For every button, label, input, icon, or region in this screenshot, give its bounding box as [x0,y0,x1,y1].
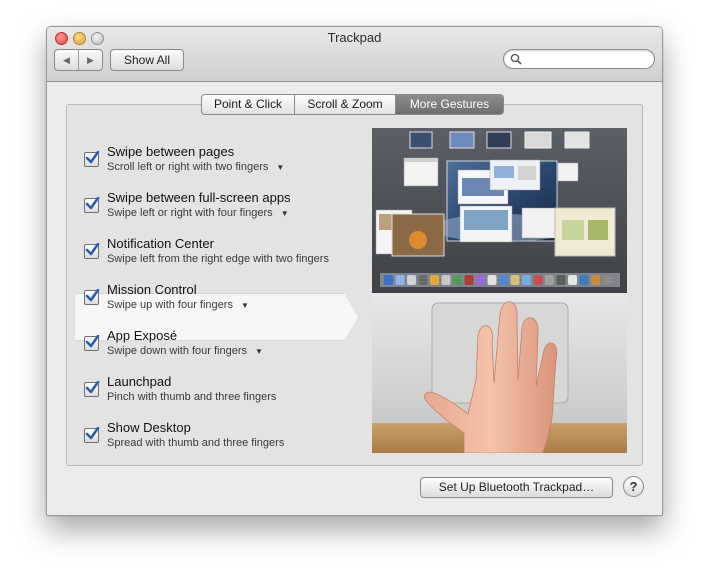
mission-control-illustration [372,128,627,453]
search-field[interactable] [503,49,655,69]
dock-app-icon [510,275,520,285]
dock-app-icon [591,275,600,285]
dock-app-icon [579,275,589,285]
tab-point-click[interactable]: Point & Click [202,95,294,114]
gesture-subtitle: Swipe left or right with four fingers ▼ [107,207,289,219]
help-button[interactable]: ? [623,476,644,497]
back-arrow-icon: ◀ [63,54,70,65]
gesture-title: Swipe between full-screen apps [107,190,291,205]
swipe-fullscreen-checkbox[interactable] [84,197,100,213]
tab-bar: Point & Click Scroll & Zoom More Gesture… [201,94,504,115]
gesture-title: Show Desktop [107,420,191,435]
title-bar: Trackpad ◀ ▶ Show All [47,27,662,82]
dropdown-triangle-icon[interactable]: ▼ [255,347,263,356]
dock-app-icon [568,275,577,285]
dock-app-icon [556,275,566,285]
checkmark-icon [85,427,100,440]
trackpad-window: Trackpad ◀ ▶ Show All Point & Click Scro… [46,26,663,516]
back-forward-control: ◀ ▶ [54,49,103,71]
window-title: Trackpad [327,30,382,45]
gesture-title: Notification Center [107,236,214,251]
dropdown-triangle-icon[interactable]: ▼ [276,163,284,172]
gesture-title: Launchpad [107,374,172,389]
search-icon [510,53,522,65]
gesture-subtitle: Swipe left from the right edge with two … [107,253,329,265]
dock-app-icon [499,275,508,285]
checkmark-icon [85,151,100,164]
dock-app-icon [430,275,439,285]
search-input[interactable] [526,51,648,68]
dock-app-icon [476,275,485,285]
forward-button[interactable]: ▶ [78,50,102,70]
dock-app-icon [453,275,462,285]
gesture-subtitle: Swipe up with four fingers ▼ [107,299,249,311]
show-desktop-checkbox[interactable] [84,427,100,443]
dropdown-triangle-icon[interactable]: ▼ [281,209,289,218]
checkmark-icon [85,335,100,348]
dock-app-icon [464,275,474,285]
selected-gesture-pointer [344,293,358,341]
gesture-title: Mission Control [107,282,197,297]
gesture-title: Swipe between pages [107,144,235,159]
checkmark-icon [85,243,100,256]
gesture-preview-image [372,128,627,453]
dock-app-icon [487,275,497,285]
tab-scroll-zoom[interactable]: Scroll & Zoom [294,95,395,114]
dock-app-icon [441,275,451,285]
checkmark-icon [85,197,100,210]
set-up-bluetooth-trackpad-button[interactable]: Set Up Bluetooth Trackpad… [420,477,613,498]
notification-center-checkbox[interactable] [84,243,100,259]
dropdown-triangle-icon[interactable]: ▼ [241,301,249,310]
dock-app-icon [533,275,543,285]
tab-more-gestures[interactable]: More Gestures [395,95,503,114]
forward-arrow-icon: ▶ [87,54,94,65]
dock-app-icon [545,275,554,285]
dock-app-icon [395,275,405,285]
show-all-button[interactable]: Show All [110,49,184,71]
gesture-subtitle: Spread with thumb and three fingers [107,437,285,449]
dock-app-icon [522,275,531,285]
app-expose-checkbox[interactable] [84,335,100,351]
gesture-title: App Exposé [107,328,178,343]
dock-app-icon [384,275,393,285]
dock-app-icon [418,275,428,285]
dock-app-icon [407,275,416,285]
launchpad-checkbox[interactable] [84,381,100,397]
gesture-subtitle: Scroll left or right with two fingers ▼ [107,161,285,173]
dock-app-icon [602,275,612,285]
checkmark-icon [85,381,100,394]
back-button[interactable]: ◀ [55,50,78,70]
swipe-pages-checkbox[interactable] [84,151,100,167]
gesture-subtitle: Swipe down with four fingers ▼ [107,345,263,357]
checkmark-icon [85,289,100,302]
mission-control-checkbox[interactable] [84,289,100,305]
gesture-subtitle: Pinch with thumb and three fingers [107,391,277,403]
